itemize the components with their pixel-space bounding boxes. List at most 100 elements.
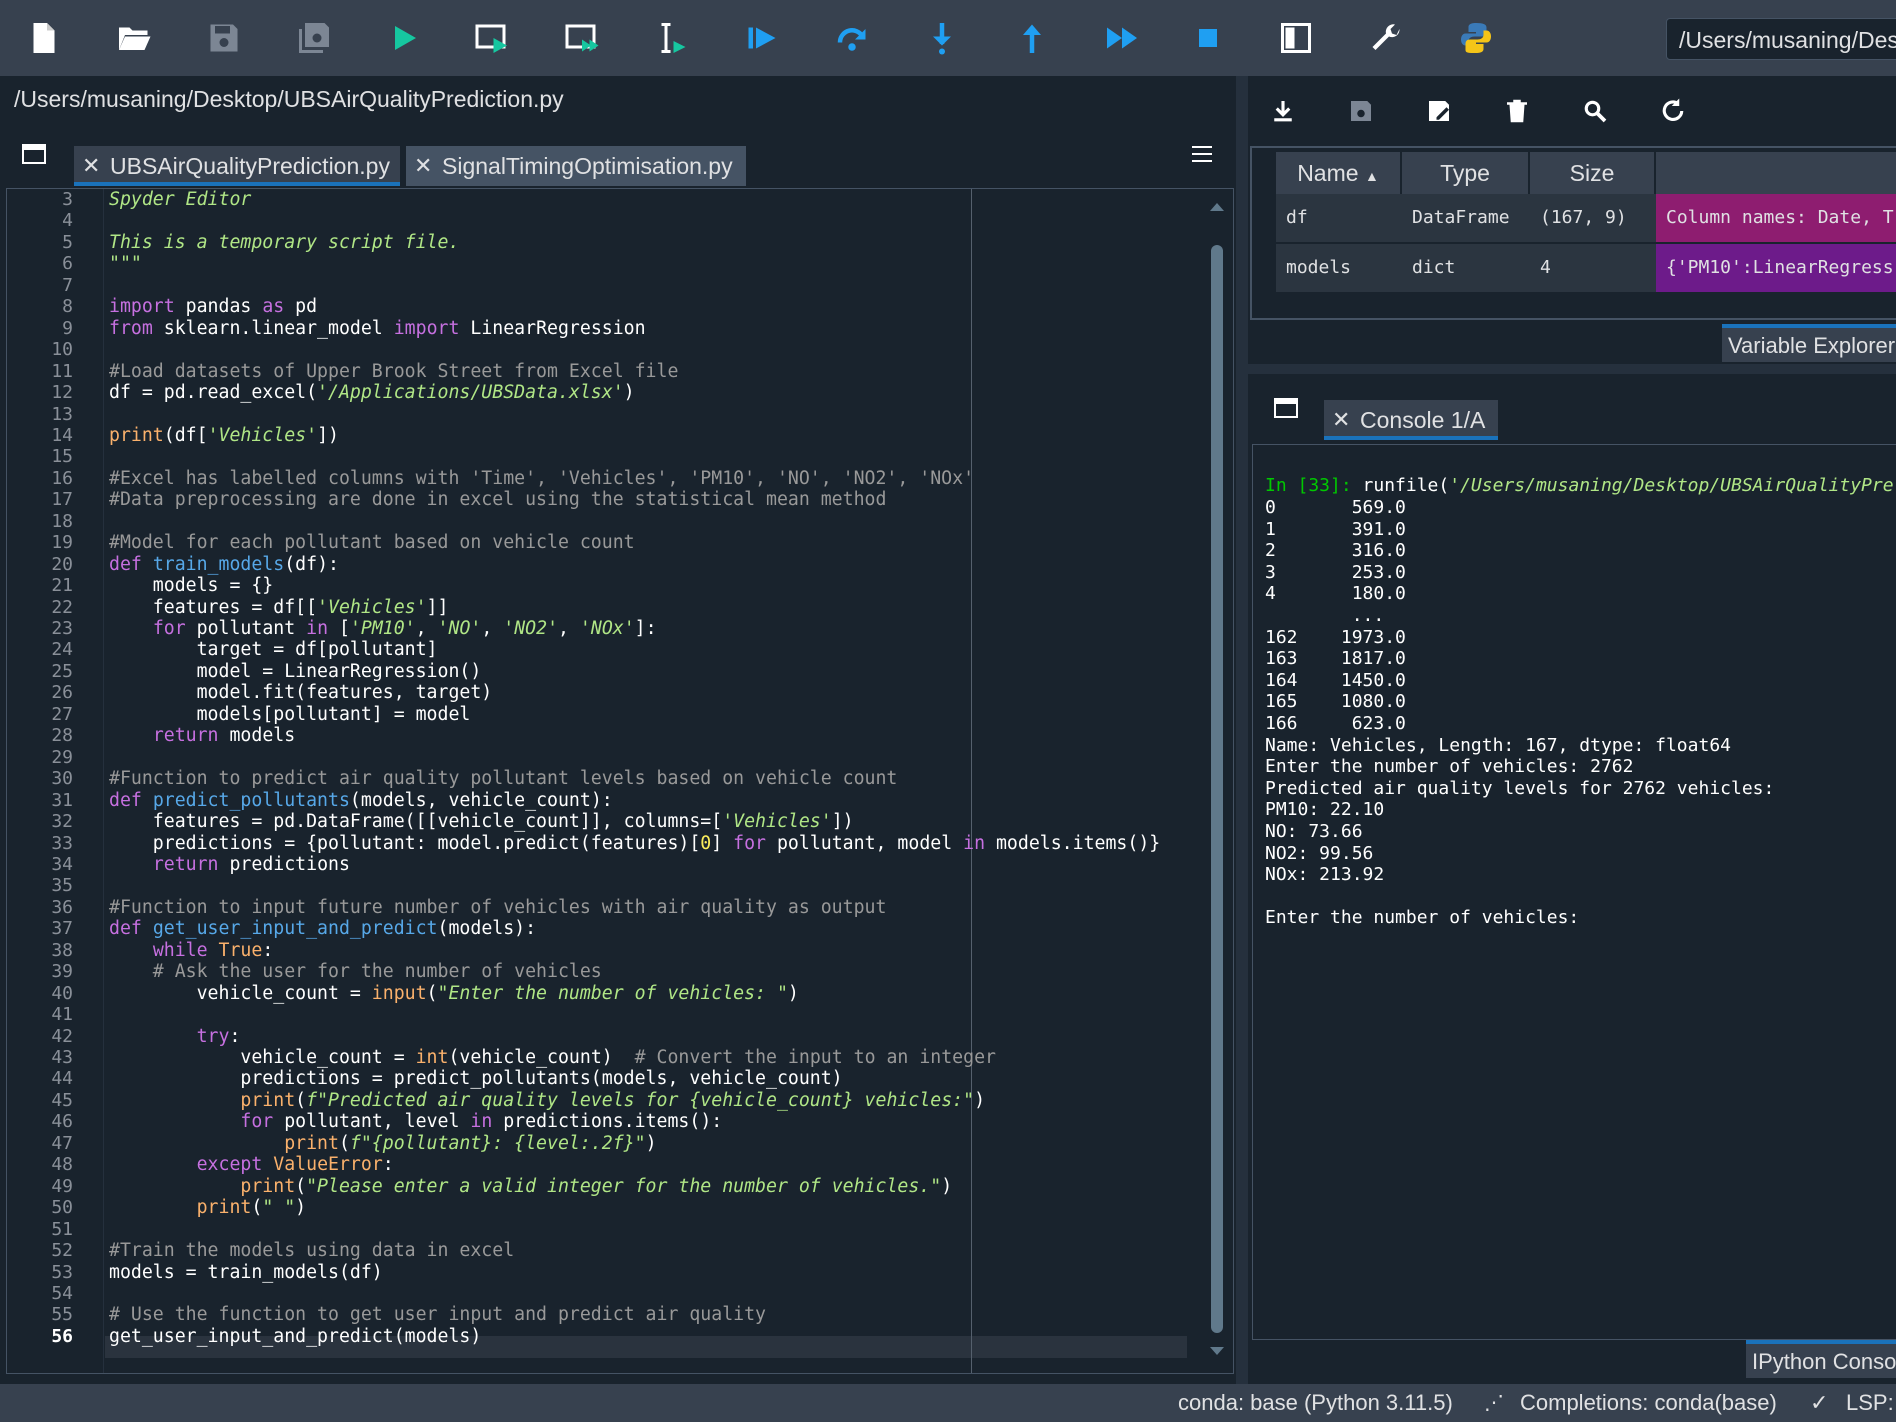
code-line[interactable]: model.fit(features, target) (109, 682, 493, 703)
column-header-name[interactable]: Name ▲ (1276, 152, 1400, 194)
code-line[interactable]: models = {} (109, 575, 273, 596)
variable-table[interactable]: Name ▲ Type Size df DataFrame (167, 9) C… (1250, 146, 1896, 320)
refresh-icon[interactable] (1658, 96, 1688, 126)
code-line[interactable]: #Train the models using data in excel (109, 1240, 514, 1261)
continue-icon[interactable] (1098, 14, 1146, 62)
import-data-icon[interactable] (1268, 96, 1298, 126)
browse-tabs-icon[interactable] (1274, 398, 1298, 418)
save-all-icon[interactable] (290, 14, 338, 62)
variable-name[interactable]: df (1276, 194, 1400, 242)
code-line[interactable]: # Ask the user for the number of vehicle… (109, 961, 602, 982)
code-line[interactable]: features = pd.DataFrame([[vehicle_count]… (109, 811, 854, 832)
step-return-icon[interactable] (1008, 14, 1056, 62)
code-line[interactable]: for pollutant in ['PM10', 'NO', 'NO2', '… (109, 618, 657, 639)
code-line[interactable]: df = pd.read_excel('/Applications/UBSDat… (109, 382, 635, 403)
open-folder-icon[interactable] (110, 14, 158, 62)
tab-variable-explorer[interactable]: Variable Explorer (1722, 324, 1896, 362)
completions-status[interactable]: Completions: conda(base) (1520, 1384, 1777, 1422)
wrench-icon[interactable] (1362, 14, 1410, 62)
run-cell-icon[interactable] (468, 14, 516, 62)
variable-value[interactable]: {'PM10':LinearRegress (1656, 244, 1896, 292)
remove-all-icon[interactable] (1502, 96, 1532, 126)
variable-name[interactable]: models (1276, 244, 1400, 292)
step-icon[interactable] (828, 14, 876, 62)
tab-ipython-console[interactable]: IPython Conso (1746, 1340, 1896, 1378)
code-line[interactable]: try: (109, 1026, 241, 1047)
scroll-down-icon[interactable] (1210, 1347, 1224, 1355)
close-icon[interactable]: ✕ (1332, 400, 1350, 440)
code-area[interactable]: Spyder Editor This is a temporary script … (109, 189, 1189, 1373)
code-line[interactable]: This is a temporary script file. (109, 232, 459, 253)
code-line[interactable]: #Excel has labelled columns with 'Time',… (109, 468, 974, 489)
column-header-type[interactable]: Type (1402, 152, 1528, 194)
code-line[interactable]: print(" ") (109, 1197, 307, 1218)
column-header-value[interactable] (1656, 152, 1896, 194)
code-line[interactable]: print("Please enter a valid integer for … (109, 1176, 952, 1197)
code-line[interactable]: def get_user_input_and_predict(models): (109, 918, 536, 939)
env-status[interactable]: conda: base (Python 3.11.5) (1178, 1384, 1453, 1422)
scroll-thumb[interactable] (1211, 245, 1223, 1333)
code-line[interactable]: print(f"Predicted air quality levels for… (109, 1090, 985, 1111)
code-line[interactable]: #Data preprocessing are done in excel us… (109, 489, 886, 510)
code-line[interactable]: vehicle_count = int(vehicle_count) # Con… (109, 1047, 996, 1068)
maximize-pane-icon[interactable] (1272, 14, 1320, 62)
code-line[interactable]: for pollutant, level in predictions.item… (109, 1111, 722, 1132)
code-line[interactable]: models[pollutant] = model (109, 704, 471, 725)
code-line[interactable]: #Load datasets of Upper Brook Street fro… (109, 361, 678, 382)
code-line[interactable]: models = train_models(df) (109, 1262, 383, 1283)
column-header-label: Name (1297, 160, 1359, 186)
code-line[interactable]: model = LinearRegression() (109, 661, 482, 682)
code-line[interactable]: import pandas as pd (109, 296, 317, 317)
browse-tabs-icon[interactable] (22, 144, 46, 164)
code-line[interactable]: while True: (109, 940, 273, 961)
lsp-status[interactable]: LSP: (1846, 1384, 1894, 1422)
code-line[interactable]: def predict_pollutants(models, vehicle_c… (109, 790, 613, 811)
tab-signaltimingoptimisation[interactable]: ✕ SignalTimingOptimisation.py (406, 146, 746, 186)
code-line[interactable]: return predictions (109, 854, 350, 875)
code-line[interactable]: vehicle_count = input("Enter the number … (109, 983, 799, 1004)
code-line[interactable]: def train_models(df): (109, 554, 339, 575)
code-editor[interactable]: 3 4 5 6 7 8 9 10 11 12 13 14 15 16 17 18 19 20 21 22 23 24 25 2… (6, 188, 1234, 1374)
code-line[interactable]: Spyder Editor (109, 189, 251, 210)
tab-ubsairqualityprediction[interactable]: ✕ UBSAirQualityPrediction.py (74, 146, 400, 186)
editor-scrollbar[interactable] (1207, 197, 1227, 1365)
tab-console-1a[interactable]: ✕ Console 1/A (1324, 400, 1498, 440)
code-line[interactable]: features = df[['Vehicles']] (109, 597, 449, 618)
run-selection-icon[interactable] (648, 14, 696, 62)
hamburger-menu-icon[interactable] (1192, 146, 1212, 162)
line-number: 34 (51, 853, 73, 875)
code-line[interactable]: #Function to predict air quality polluta… (109, 768, 897, 789)
close-icon[interactable]: ✕ (82, 146, 100, 186)
code-line[interactable]: return models (109, 725, 295, 746)
save-data-as-icon[interactable] (1424, 96, 1454, 126)
console-command: runfile( (1351, 475, 1450, 496)
ipython-console[interactable]: In [33]: runfile('/Users/musaning/Deskto… (1252, 444, 1896, 1340)
code-line[interactable]: except ValueError: (109, 1154, 394, 1175)
close-icon[interactable]: ✕ (414, 146, 432, 186)
code-line[interactable]: print(df['Vehicles']) (109, 425, 339, 446)
scroll-up-icon[interactable] (1210, 203, 1224, 211)
code-line[interactable]: target = df[pollutant] (109, 639, 438, 660)
working-directory-combo[interactable]: /Users/musaning/Desktop (1666, 18, 1896, 60)
code-line[interactable]: predictions = {pollutant: model.predict(… (109, 833, 1160, 854)
run-cell-advance-icon[interactable] (558, 14, 606, 62)
code-line[interactable]: """ (109, 253, 142, 274)
code-line[interactable]: predictions = predict_pollutants(models,… (109, 1068, 842, 1089)
column-header-size[interactable]: Size (1530, 152, 1654, 194)
stop-icon[interactable] (1184, 14, 1232, 62)
code-line[interactable]: print(f"{pollutant}: {level:.2f}") (109, 1133, 656, 1154)
new-file-icon[interactable] (20, 14, 68, 62)
debug-file-icon[interactable] (738, 14, 786, 62)
code-line[interactable]: get_user_input_and_predict(models) (109, 1326, 481, 1347)
run-file-icon[interactable] (380, 14, 428, 62)
code-line[interactable]: # Use the function to get user input and… (109, 1304, 766, 1325)
code-line[interactable]: #Function to input future number of vehi… (109, 897, 886, 918)
python-icon[interactable] (1452, 14, 1500, 62)
code-line[interactable]: #Model for each pollutant based on vehic… (109, 532, 635, 553)
step-into-icon[interactable] (918, 14, 966, 62)
save-icon[interactable] (200, 14, 248, 62)
variable-value[interactable]: Column names: Date, T (1656, 194, 1896, 242)
code-line[interactable]: from sklearn.linear_model import LinearR… (109, 318, 646, 339)
save-data-icon[interactable] (1346, 96, 1376, 126)
search-icon[interactable] (1580, 96, 1610, 126)
